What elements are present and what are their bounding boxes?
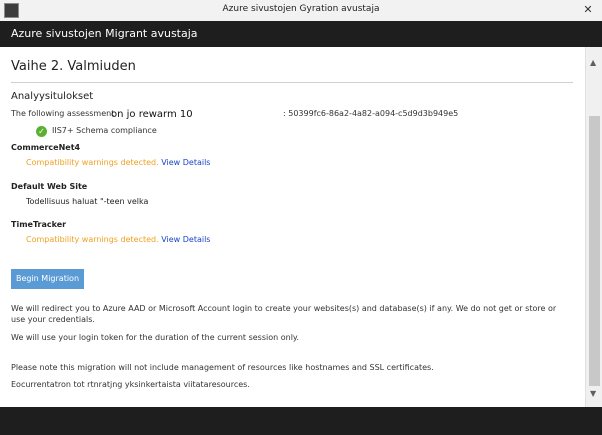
warning-text: Compatibility warnings detected. [26, 158, 159, 167]
assessment-label: The following assessment [11, 109, 115, 118]
site-name-timetracker: TimeTracker [11, 220, 67, 229]
site-status-line: Compatibility warnings detected. View De… [26, 158, 210, 167]
assessment-id: : 50399fc6-86a2-4a82-a094-c5d9d3b949e5 [283, 109, 459, 118]
site-note: Todellisuus haluat "-teen velka [26, 197, 149, 206]
scrollbar-thumb[interactable] [589, 116, 600, 386]
close-icon[interactable]: ✕ [578, 1, 598, 18]
app-header: Azure sivustojen Migrant avustaja [0, 21, 602, 47]
view-details-link[interactable]: View Details [161, 158, 210, 167]
view-details-link[interactable]: View Details [161, 235, 210, 244]
token-note: We will use your login token for the dur… [11, 333, 300, 342]
step-title: Vaihe 2. Valmiuden [11, 59, 136, 74]
redirect-note: We will redirect you to Azure AAD or Mic… [11, 304, 557, 324]
check-circle-icon: ✓ [36, 126, 47, 137]
management-note: Please note this migration will not incl… [11, 363, 434, 372]
scroll-up-icon[interactable]: ▲ [590, 58, 596, 67]
site-name-commercenet4: CommerceNet4 [11, 143, 81, 152]
footer-bar [0, 407, 602, 435]
vertical-scrollbar[interactable]: ▲ ▼ [585, 47, 602, 407]
window-title: Azure sivustojen Gyration avustaja [222, 4, 380, 14]
resources-note: Eocurrentatron tot rtnratjng yksinkertai… [11, 380, 250, 389]
results-heading: Analyysitulokset [11, 91, 94, 102]
scroll-down-icon[interactable]: ▼ [590, 389, 596, 398]
app-title: Azure sivustojen Migrant avustaja [11, 27, 198, 40]
warning-text: Compatibility warnings detected. [26, 235, 159, 244]
site-status-line: Compatibility warnings detected. View De… [26, 235, 210, 244]
main-content: Vaihe 2. Valmiuden Analyysitulokset The … [0, 47, 585, 407]
begin-migration-button[interactable]: Begin Migration [11, 269, 84, 289]
divider [11, 82, 573, 83]
window-titlebar: Azure sivustojen Gyration avustaja ✕ [0, 0, 602, 22]
site-name-default-web-site: Default Web Site [11, 182, 88, 191]
assessment-overlay-text: on jo rewarm 10 [111, 109, 193, 120]
schema-check-label: IIS7+ Schema compliance [52, 126, 157, 135]
